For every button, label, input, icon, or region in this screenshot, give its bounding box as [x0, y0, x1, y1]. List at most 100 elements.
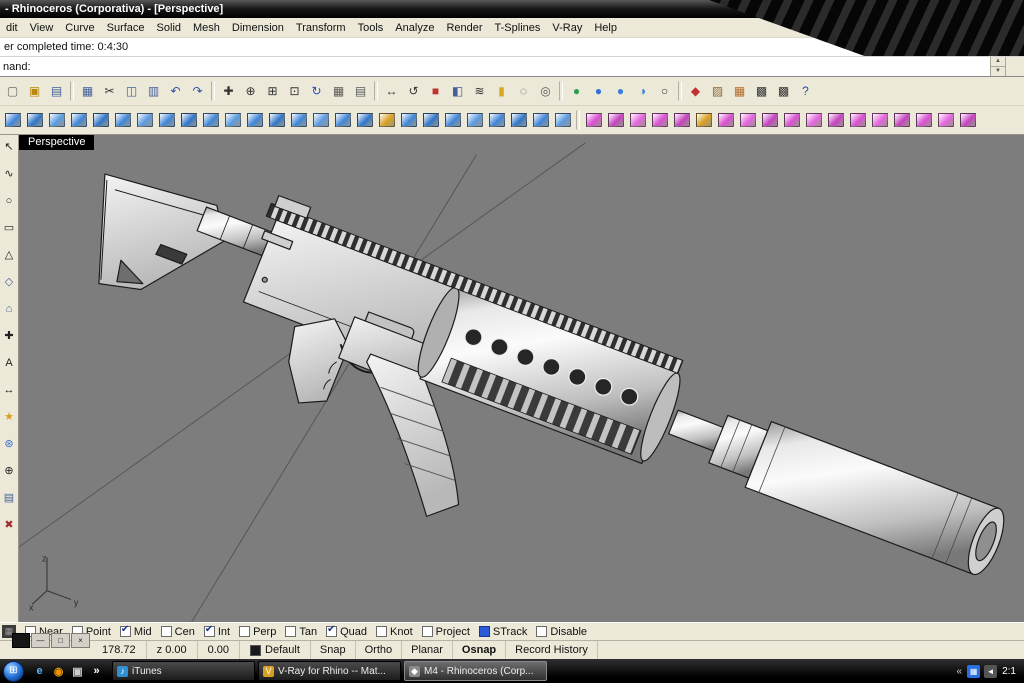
sweep-1-rail-icon[interactable]: [715, 110, 736, 131]
box-corners-icon[interactable]: [24, 110, 45, 131]
checkbox[interactable]: [326, 626, 337, 637]
taskbar-button-vray[interactable]: V V-Ray for Rhino -- Mat...: [258, 661, 401, 681]
join-icon[interactable]: ≋: [469, 81, 490, 102]
material-icon[interactable]: ◆: [685, 81, 706, 102]
patch-icon[interactable]: [759, 110, 780, 131]
merge-surface-icon[interactable]: [957, 110, 978, 131]
shell-icon[interactable]: [530, 110, 551, 131]
mini-titlebar[interactable]: [12, 633, 30, 648]
tray-chevron[interactable]: «: [957, 666, 963, 677]
menu-item[interactable]: Transform: [290, 20, 352, 36]
separator[interactable]: [211, 81, 215, 101]
drape-icon[interactable]: [781, 110, 802, 131]
unroll-surface-icon[interactable]: [913, 110, 934, 131]
boolean-split-icon[interactable]: [486, 110, 507, 131]
select-arrow-icon[interactable]: ↖: [1, 139, 17, 155]
copy-icon[interactable]: ◫: [121, 81, 142, 102]
curve-tools-icon[interactable]: ∿: [1, 166, 17, 182]
new-file-icon[interactable]: ▢: [2, 81, 23, 102]
save-icon[interactable]: ▤: [46, 81, 67, 102]
osnap-toggle[interactable]: Tan: [285, 626, 317, 638]
layer-pane[interactable]: Default: [240, 641, 311, 659]
texture-icon[interactable]: ▨: [707, 81, 728, 102]
viewport-title-perspective[interactable]: Perspective: [19, 135, 94, 150]
properties-panel-icon[interactable]: ▩: [773, 81, 794, 102]
help-icon[interactable]: ?: [795, 81, 816, 102]
match-surface-icon[interactable]: [935, 110, 956, 131]
spinner-up-icon[interactable]: ▲: [991, 57, 1005, 67]
truncated-cone-icon[interactable]: [112, 110, 133, 131]
sphere-icon[interactable]: [46, 110, 67, 131]
menu-item[interactable]: View: [24, 20, 60, 36]
separator[interactable]: [559, 81, 563, 101]
rotate-view-icon[interactable]: ↻: [306, 81, 327, 102]
tray-app-icon[interactable]: ▦: [967, 665, 980, 678]
chamfer-surface-icon[interactable]: [847, 110, 868, 131]
group-icon[interactable]: ◎: [535, 81, 556, 102]
checkbox[interactable]: [161, 626, 172, 637]
window-titlebar[interactable]: - Rhinoceros (Corporativa) - [Perspectiv…: [0, 0, 1024, 18]
circle-tools-icon[interactable]: ○: [1, 193, 17, 209]
rotate-icon[interactable]: ↺: [403, 81, 424, 102]
box-icon[interactable]: [2, 110, 23, 131]
layer-panel-icon[interactable]: ▩: [751, 81, 772, 102]
taskbar-clock[interactable]: 2:1: [1002, 666, 1016, 677]
checkbox[interactable]: [239, 626, 250, 637]
connect-surfaces-icon[interactable]: [891, 110, 912, 131]
star-tool-icon[interactable]: ★: [1, 409, 17, 425]
osnap-toggle[interactable]: Project: [422, 626, 470, 638]
render-icon[interactable]: ●: [566, 81, 587, 102]
surface-3points-icon[interactable]: [583, 110, 604, 131]
ghosted-display-icon[interactable]: ◑: [632, 81, 653, 102]
boolean-intersection-icon[interactable]: [464, 110, 485, 131]
menu-item[interactable]: Dimension: [226, 20, 290, 36]
undo-icon[interactable]: ↶: [165, 81, 186, 102]
offset-surface-icon[interactable]: [803, 110, 824, 131]
paste-icon[interactable]: ▥: [143, 81, 164, 102]
named-views-icon[interactable]: ▤: [350, 81, 371, 102]
paraboloid-icon[interactable]: [200, 110, 221, 131]
fillet-surface-icon[interactable]: [869, 110, 890, 131]
print-icon[interactable]: ▦: [77, 81, 98, 102]
osnap-toggle[interactable]: Quad: [326, 626, 367, 638]
layer-tool-icon[interactable]: ▤: [1, 490, 17, 506]
start-button[interactable]: ⊞: [3, 661, 24, 682]
status-pane[interactable]: Osnap: [453, 641, 506, 659]
surface-tools-icon[interactable]: ◇: [1, 274, 17, 290]
checkbox[interactable]: [479, 626, 490, 637]
perspective-viewport-canvas[interactable]: z x y: [19, 135, 1024, 622]
spinner-down-icon[interactable]: ▼: [991, 67, 1005, 76]
viewport-perspective[interactable]: Perspective: [19, 135, 1024, 622]
status-pane[interactable]: Snap: [311, 641, 356, 659]
taskbar-button-itunes[interactable]: ♪ iTunes: [112, 661, 255, 681]
checkbox[interactable]: [120, 626, 131, 637]
revolve-icon[interactable]: [671, 110, 692, 131]
cone-icon[interactable]: [90, 110, 111, 131]
separator[interactable]: [374, 81, 378, 101]
array-solid-icon[interactable]: [552, 110, 573, 131]
osnap-toggle[interactable]: Knot: [376, 626, 413, 638]
separator[interactable]: [576, 110, 580, 130]
rail-revolve-icon[interactable]: [693, 110, 714, 131]
separator[interactable]: [70, 81, 74, 101]
zoom-window-icon[interactable]: ⊞: [262, 81, 283, 102]
menu-item[interactable]: dit: [0, 20, 24, 36]
wire-cut-icon[interactable]: [508, 110, 529, 131]
render-preview-icon[interactable]: ●: [588, 81, 609, 102]
delete-tool-icon[interactable]: ✖: [1, 517, 17, 533]
window-maximize-button[interactable]: □: [51, 633, 70, 648]
pyramid-icon[interactable]: [134, 110, 155, 131]
osnap-toggle[interactable]: Disable: [536, 626, 587, 638]
osnap-toggle[interactable]: Mid: [120, 626, 152, 638]
coordinate-y-pane[interactable]: 0.00: [198, 641, 240, 659]
sweep-2-rails-icon[interactable]: [737, 110, 758, 131]
boolean-difference-icon[interactable]: [442, 110, 463, 131]
checkbox[interactable]: [204, 626, 215, 637]
pan-view-icon[interactable]: ✚: [218, 81, 239, 102]
cut-icon[interactable]: ✂: [99, 81, 120, 102]
rectangle-tools-icon[interactable]: ▭: [1, 220, 17, 236]
command-history-spinner[interactable]: ▲ ▼: [990, 57, 1005, 76]
menu-item[interactable]: Render: [440, 20, 488, 36]
osnap-toggle[interactable]: Perp: [239, 626, 276, 638]
mirror-icon[interactable]: ◧: [447, 81, 468, 102]
